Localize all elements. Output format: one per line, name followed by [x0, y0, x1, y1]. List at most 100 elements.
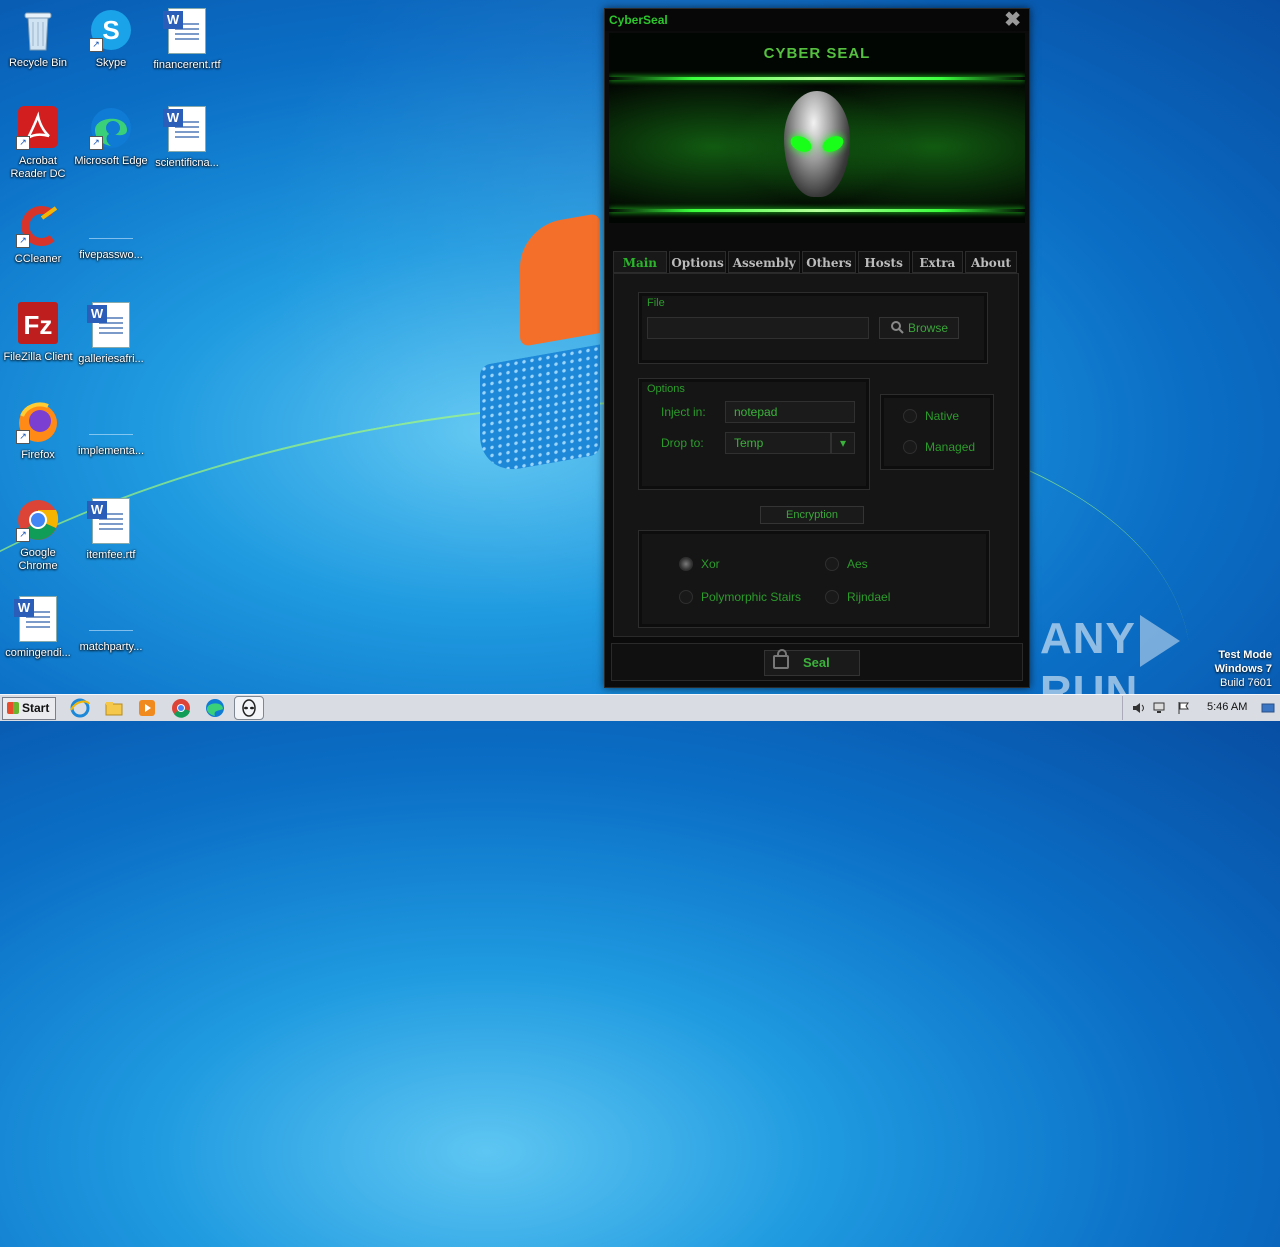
- word-document-icon: W: [87, 302, 130, 348]
- aes-radio[interactable]: [825, 557, 839, 571]
- blank-file-icon: [89, 606, 133, 631]
- tab-about[interactable]: About: [965, 251, 1017, 273]
- main-tab-panel: File Browse Options Inject in: notepad D…: [613, 273, 1019, 637]
- test-mode-line3: Build 7601: [1220, 677, 1272, 689]
- rijndael-label: Rijndael: [847, 590, 891, 604]
- polymorphic-stairs-label: Polymorphic Stairs: [701, 590, 802, 604]
- acrobat-icon: ↗: [16, 106, 60, 150]
- desktop-icon-filezilla[interactable]: Fz FileZilla Client: [0, 302, 76, 364]
- drop-to-select[interactable]: Temp: [725, 432, 831, 454]
- desktop-icon-implementa[interactable]: implementa...: [73, 400, 149, 458]
- windows-flag-icon: [7, 702, 19, 714]
- action-center-flag-icon[interactable]: [1177, 701, 1191, 715]
- encryption-group: Xor Aes Polymorphic Stairs Rijndael: [638, 530, 990, 628]
- desktop-icon-label: Google Chrome: [18, 547, 58, 572]
- banner-glow-line: [609, 209, 1025, 212]
- close-icon[interactable]: ✖: [1004, 9, 1021, 31]
- test-mode-line1: Test Mode: [1218, 649, 1272, 661]
- clock[interactable]: 5:46 AM: [1207, 701, 1247, 713]
- desktop-icon-matchparty[interactable]: matchparty...: [73, 596, 149, 654]
- desktop-icon-comingendi[interactable]: W comingendi...: [0, 596, 76, 660]
- tab-bar: Main Options Assembly Others Hosts Extra…: [613, 251, 1017, 273]
- edge-taskbar-icon[interactable]: [205, 698, 225, 718]
- filezilla-icon: Fz: [16, 302, 60, 346]
- cyberseal-window: CyberSeal ✖ CYBER SEAL Main Options Asse…: [604, 8, 1030, 688]
- firefox-icon: ↗: [16, 400, 60, 444]
- media-player-icon[interactable]: [137, 698, 157, 718]
- word-document-icon: W: [163, 8, 206, 54]
- desktop-icon-acrobat[interactable]: ↗ Acrobat Reader DC: [0, 106, 76, 181]
- desktop-icon-chrome[interactable]: ↗ Google Chrome: [0, 498, 76, 573]
- window-titlebar[interactable]: CyberSeal ✖: [605, 9, 1029, 31]
- runtime-group: Native Managed: [880, 394, 994, 470]
- xor-radio[interactable]: [679, 557, 693, 571]
- polymorphic-stairs-radio[interactable]: [679, 590, 693, 604]
- desktop-icon-ccleaner[interactable]: ↗ CCleaner: [0, 204, 76, 266]
- managed-radio[interactable]: [903, 440, 917, 454]
- start-button[interactable]: Start: [2, 697, 56, 720]
- internet-explorer-icon[interactable]: [70, 698, 90, 718]
- desktop-icon-skype[interactable]: S ↗ Skype: [73, 8, 149, 70]
- desktop-icon-recycle-bin[interactable]: Recycle Bin: [0, 8, 76, 70]
- alien-head-icon: [784, 91, 850, 197]
- desktop-icon-label: Microsoft Edge: [74, 155, 148, 167]
- options-group-label: Options: [647, 383, 685, 395]
- banner-title: CYBER SEAL: [763, 45, 871, 62]
- tab-main[interactable]: Main: [613, 251, 667, 273]
- desktop-icon-label: Acrobat Reader DC: [10, 155, 66, 180]
- word-document-icon: W: [14, 596, 57, 642]
- tab-assembly[interactable]: Assembly: [728, 251, 801, 273]
- desktop-icon-label: Firefox: [21, 449, 55, 461]
- inject-in-input[interactable]: notepad: [725, 401, 855, 423]
- volume-icon[interactable]: [1131, 701, 1145, 715]
- show-desktop-icon[interactable]: [1261, 701, 1275, 715]
- aes-label: Aes: [847, 557, 868, 571]
- desktop-icon-itemfee[interactable]: W itemfee.rtf: [73, 498, 149, 562]
- desktop-icon-label: FileZilla Client: [3, 351, 73, 363]
- desktop-icon-label: fivepasswo...: [79, 249, 143, 261]
- browse-label: Browse: [907, 321, 948, 335]
- tab-hosts[interactable]: Hosts: [857, 251, 910, 273]
- file-explorer-icon[interactable]: [104, 698, 124, 718]
- rijndael-radio[interactable]: [825, 590, 839, 604]
- file-path-input[interactable]: [647, 317, 869, 339]
- word-document-icon: W: [87, 498, 130, 544]
- tab-others[interactable]: Others: [802, 251, 856, 273]
- tab-extra[interactable]: Extra: [911, 251, 964, 273]
- recycle-bin-icon: [16, 8, 60, 52]
- desktop-icon-label: CCleaner: [14, 253, 62, 265]
- file-group: File Browse: [638, 292, 988, 364]
- tab-options[interactable]: Options: [668, 251, 727, 273]
- desktop-icon-financerent[interactable]: W financerent.rtf: [149, 8, 225, 72]
- xor-label: Xor: [701, 557, 720, 571]
- desktop-icon-firefox[interactable]: ↗ Firefox: [0, 400, 76, 462]
- native-label: Native: [925, 409, 960, 423]
- chevron-down-icon[interactable]: ▾: [831, 432, 855, 454]
- desktop-icon-fivepasswo[interactable]: fivepasswo...: [73, 204, 149, 262]
- window-title: CyberSeal: [609, 13, 668, 27]
- browse-button[interactable]: Browse: [879, 317, 959, 339]
- desktop-icon-scientificna[interactable]: W scientificna...: [149, 106, 225, 170]
- chrome-icon: ↗: [16, 498, 60, 542]
- inject-in-label: Inject in:: [661, 405, 706, 419]
- desktop-icon-label: scientificna...: [155, 157, 219, 169]
- test-mode-line2: Windows 7: [1214, 663, 1272, 675]
- network-icon[interactable]: [1153, 701, 1167, 715]
- play-icon: [1139, 615, 1180, 668]
- skype-icon: S ↗: [89, 8, 133, 52]
- blank-file-icon: [89, 214, 133, 239]
- native-radio[interactable]: [903, 409, 917, 423]
- desktop-icon-label: comingendi...: [5, 647, 71, 659]
- ccleaner-icon: ↗: [16, 204, 60, 248]
- chrome-taskbar-icon[interactable]: [171, 698, 191, 718]
- svg-text:Fz: Fz: [24, 310, 53, 340]
- desktop-icon-galleriesafri[interactable]: W galleriesafri...: [73, 302, 149, 366]
- desktop-icon-label: matchparty...: [79, 641, 143, 653]
- search-icon: [890, 320, 904, 340]
- desktop-icon-label: itemfee.rtf: [86, 549, 136, 561]
- seal-button[interactable]: Seal: [764, 649, 860, 676]
- seal-label: Seal: [803, 655, 830, 670]
- desktop-icon-edge[interactable]: ↗ Microsoft Edge: [73, 106, 149, 168]
- cyberseal-taskbar-icon[interactable]: [234, 696, 264, 720]
- banner-glow-line: [609, 77, 1025, 80]
